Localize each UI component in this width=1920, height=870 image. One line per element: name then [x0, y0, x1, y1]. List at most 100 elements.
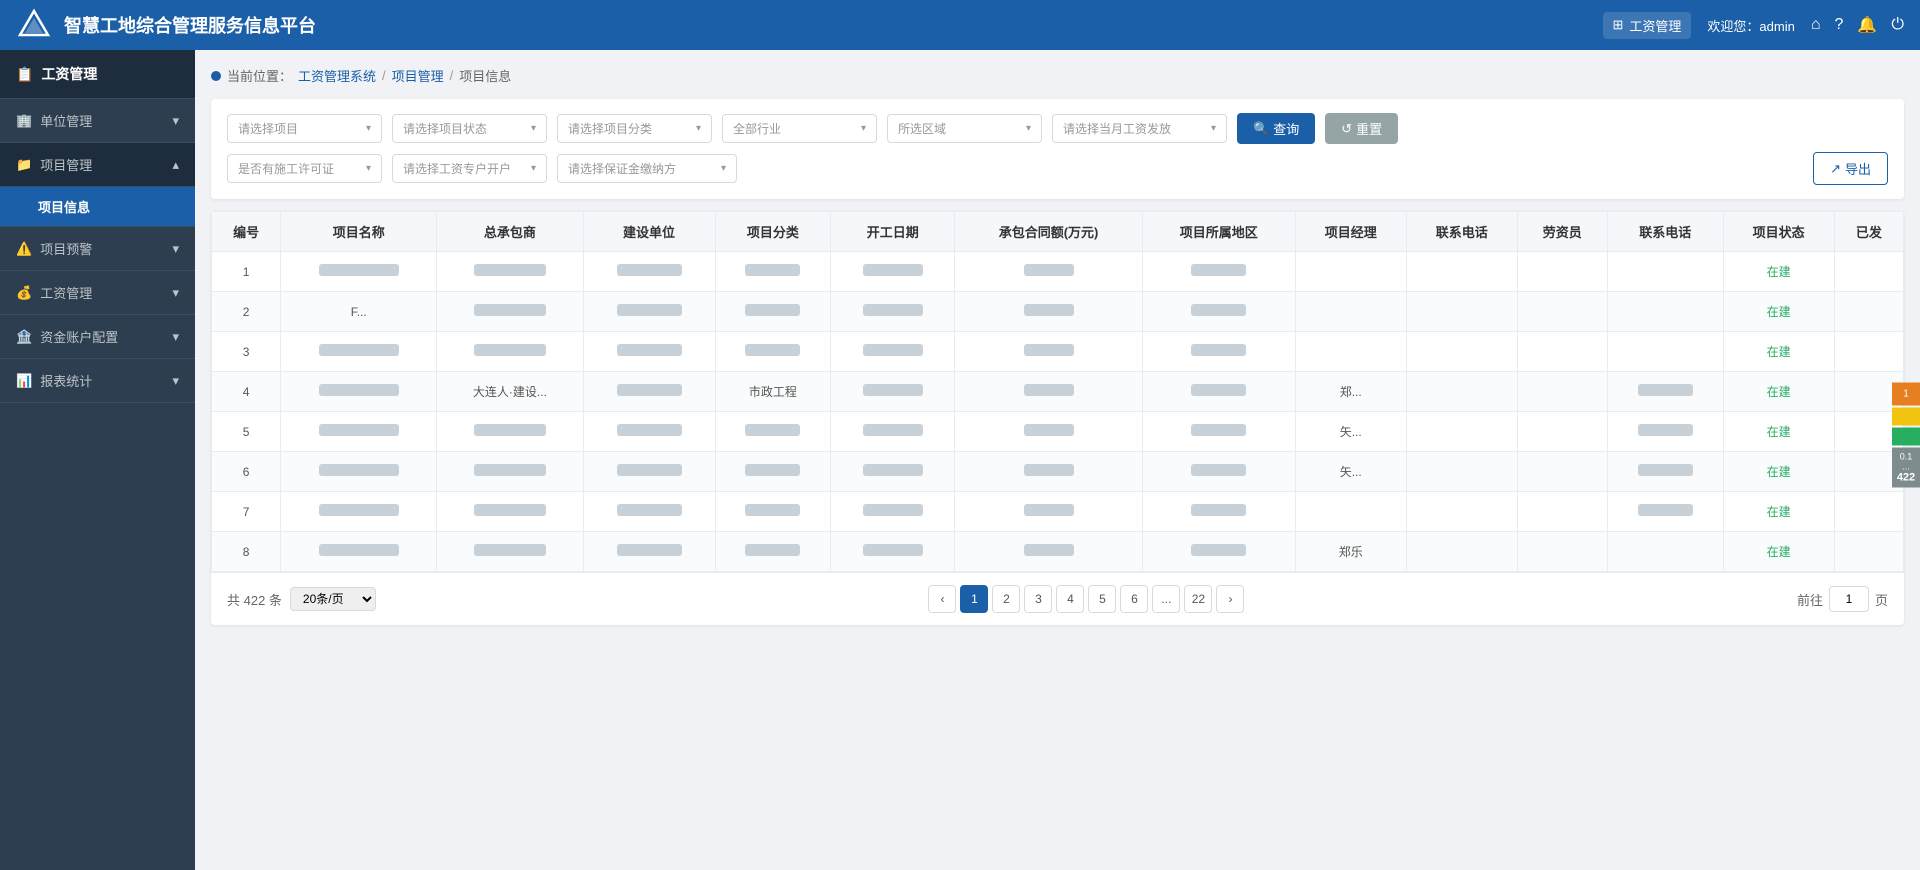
select-region-arrow: ▾ — [1026, 123, 1031, 134]
cell-region — [1142, 372, 1295, 412]
select-industry-arrow: ▾ — [861, 123, 866, 134]
select-account-arrow: ▾ — [531, 163, 536, 174]
search-button[interactable]: 🔍 查询 — [1237, 113, 1315, 144]
sidebar-fund-label: 资金账户配置 — [40, 327, 118, 346]
sidebar-item-project-warning[interactable]: ⚠️ 项目预警 ▾ — [0, 227, 195, 271]
cell-start-date — [831, 532, 955, 572]
notif-item-3[interactable] — [1892, 428, 1920, 446]
select-status[interactable]: 请选择项目状态 ▾ — [392, 114, 547, 143]
sidebar-item-fund-account[interactable]: 🏦 资金账户配置 ▾ — [0, 315, 195, 359]
grid-icon: ⊞ — [1613, 17, 1624, 33]
sidebar-item-salary-mgmt[interactable]: 💰 工资管理 ▾ — [0, 271, 195, 315]
page-btn-1[interactable]: 1 — [960, 585, 988, 613]
cell-builder — [583, 532, 715, 572]
search-icon: 🔍 — [1253, 121, 1269, 137]
cell-status: 在建 — [1723, 372, 1834, 412]
breadcrumb-project-mgmt[interactable]: 项目管理 — [392, 66, 444, 85]
select-salary-month-arrow: ▾ — [1211, 123, 1216, 134]
cell-manager: 郑... — [1295, 372, 1406, 412]
cell-status: 在建 — [1723, 532, 1834, 572]
cell-contractor — [437, 452, 583, 492]
select-category[interactable]: 请选择项目分类 ▾ — [557, 114, 712, 143]
bell-icon[interactable]: 🔔 — [1857, 15, 1877, 35]
unit-icon: 🏢 — [16, 113, 32, 129]
sidebar-item-report-stats[interactable]: 📊 报表统计 ▾ — [0, 359, 195, 403]
header-icons: ⌂ ? 🔔 ⏻ — [1811, 15, 1904, 35]
breadcrumb-system[interactable]: 工资管理系统 — [298, 66, 376, 85]
cell-id: 5 — [212, 412, 281, 452]
select-project[interactable]: 请选择项目 ▾ — [227, 114, 382, 143]
report-icon: 📊 — [16, 373, 32, 389]
goto-suffix: 页 — [1875, 590, 1888, 609]
breadcrumb-dot — [211, 71, 221, 81]
select-account[interactable]: 请选择工资专户开户 ▾ — [392, 154, 547, 183]
cell-phone — [1406, 412, 1517, 452]
sidebar-item-project-mgmt[interactable]: 📁 项目管理 ▴ — [0, 143, 195, 187]
table-scroll: 编号 项目名称 总承包商 建设单位 项目分类 开工日期 承包合同额(万元) 项目… — [211, 211, 1904, 572]
power-icon[interactable]: ⏻ — [1891, 16, 1904, 34]
home-icon[interactable]: ⌂ — [1811, 16, 1821, 34]
page-btn-4[interactable]: 4 — [1056, 585, 1084, 613]
salary-icon: 💰 — [16, 285, 32, 301]
select-industry[interactable]: 全部行业 ▾ — [722, 114, 877, 143]
cell-amount — [955, 252, 1143, 292]
sidebar-subitem-project-info[interactable]: 项目信息 — [0, 187, 195, 227]
header-right: ⊞ 工资管理 欢迎您：admin ⌂ ? 🔔 ⏻ — [1603, 12, 1905, 39]
prev-page-btn[interactable]: ‹ — [928, 585, 956, 613]
select-region[interactable]: 所选区域 ▾ — [887, 114, 1042, 143]
select-status-arrow: ▾ — [531, 123, 536, 134]
goto-input[interactable] — [1829, 586, 1869, 612]
sidebar-unit-label: 单位管理 — [40, 111, 92, 130]
page-btn-22[interactable]: 22 — [1184, 585, 1212, 613]
notif-item-2[interactable] — [1892, 408, 1920, 426]
col-amount: 承包合同额(万元) — [955, 212, 1143, 252]
total-count: 共 422 条 — [227, 590, 282, 609]
select-permit[interactable]: 是否有施工许可证 ▾ — [227, 154, 382, 183]
filter-bar: 请选择项目 ▾ 请选择项目状态 ▾ 请选择项目分类 ▾ 全部行业 ▾ 所选区域 — [211, 99, 1904, 199]
expand-icon-fund: ▾ — [172, 329, 179, 345]
nav-salary-btn[interactable]: ⊞ 工资管理 — [1603, 12, 1692, 39]
select-guarantee[interactable]: 请选择保证金缴纳方 ▾ — [557, 154, 737, 183]
welcome-text: 欢迎您：admin — [1707, 16, 1794, 35]
cell-manager: 矢... — [1295, 412, 1406, 452]
select-industry-text: 全部行业 — [733, 120, 781, 137]
search-label: 查询 — [1273, 119, 1299, 138]
page-btn-3[interactable]: 3 — [1024, 585, 1052, 613]
goto-prefix: 前往 — [1797, 590, 1823, 609]
cell-region — [1142, 252, 1295, 292]
cell-region — [1142, 412, 1295, 452]
cell-builder — [583, 492, 715, 532]
cell-amount — [955, 412, 1143, 452]
page-size-select[interactable]: 20条/页 50条/页 100条/页 — [290, 587, 376, 611]
reset-button[interactable]: ↺ 重置 — [1325, 113, 1398, 144]
select-region-text: 所选区域 — [898, 120, 946, 137]
breadcrumb-project-info: 项目信息 — [459, 66, 511, 85]
cell-id: 8 — [212, 532, 281, 572]
sidebar-project-label: 项目管理 — [40, 155, 92, 174]
cell-category — [715, 252, 831, 292]
page-btn-5[interactable]: 5 — [1088, 585, 1116, 613]
reset-label: 重置 — [1356, 119, 1382, 138]
filter-row-1: 请选择项目 ▾ 请选择项目状态 ▾ 请选择项目分类 ▾ 全部行业 ▾ 所选区域 — [227, 113, 1888, 144]
next-page-btn[interactable]: › — [1216, 585, 1244, 613]
sidebar-warning-label: 项目预警 — [40, 239, 92, 258]
page-btn-6[interactable]: 6 — [1120, 585, 1148, 613]
cell-region — [1142, 452, 1295, 492]
help-icon[interactable]: ? — [1835, 16, 1844, 34]
nav-salary-label: 工资管理 — [1629, 16, 1681, 35]
cell-labor-phone — [1607, 252, 1723, 292]
notif-item-1[interactable]: 1 — [1892, 383, 1920, 406]
cell-category — [715, 412, 831, 452]
notif-count[interactable]: 0.1 ... 422 — [1892, 448, 1920, 488]
cell-manager — [1295, 252, 1406, 292]
select-salary-month[interactable]: 请选择当月工资发放 ▾ — [1052, 114, 1227, 143]
page-btn-2[interactable]: 2 — [992, 585, 1020, 613]
cell-builder — [583, 412, 715, 452]
col-region: 项目所属地区 — [1142, 212, 1295, 252]
export-button[interactable]: ↗ 导出 — [1813, 152, 1888, 185]
cell-contractor — [437, 532, 583, 572]
expand-icon-report: ▾ — [172, 373, 179, 389]
sidebar-item-unit-mgmt[interactable]: 🏢 单位管理 ▾ — [0, 99, 195, 143]
pagination-goto: 前往 页 — [1797, 586, 1888, 612]
cell-region — [1142, 292, 1295, 332]
